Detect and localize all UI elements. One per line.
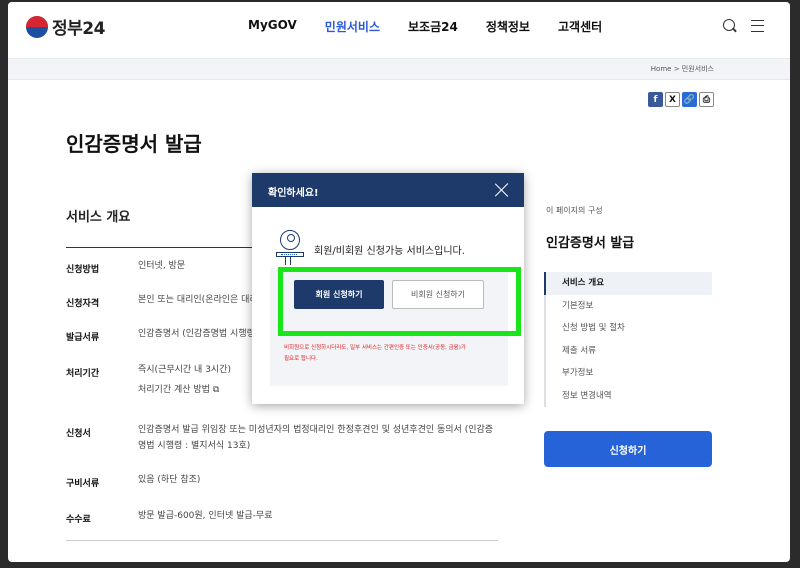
highlight-annotation — [278, 267, 521, 336]
browser-viewport: 정부24 MyGOV 민원서비스 보조금24 정책정보 고객센터 Home > … — [8, 2, 790, 562]
person-stem-shape — [285, 257, 291, 265]
close-icon[interactable] — [494, 182, 510, 198]
modal-warning: 비회원으로 신청하시더라도, 일부 서비스는 간편인증 또는 인증서(공동, 금… — [284, 343, 494, 365]
warning-line-2: 필요로 합니다. — [284, 356, 318, 362]
modal-header: 확인하세요! — [252, 173, 524, 207]
person-head-shape — [280, 230, 300, 250]
modal-title: 확인하세요! — [268, 188, 319, 199]
warning-line-1: 비회원으로 신청하시더라도, 일부 서비스는 간편인증 또는 인증서(공동, 금… — [284, 345, 466, 351]
user-info-icon — [276, 230, 304, 265]
modal-message: 회원/비회원 신청가능 서비스입니다. — [314, 246, 465, 257]
